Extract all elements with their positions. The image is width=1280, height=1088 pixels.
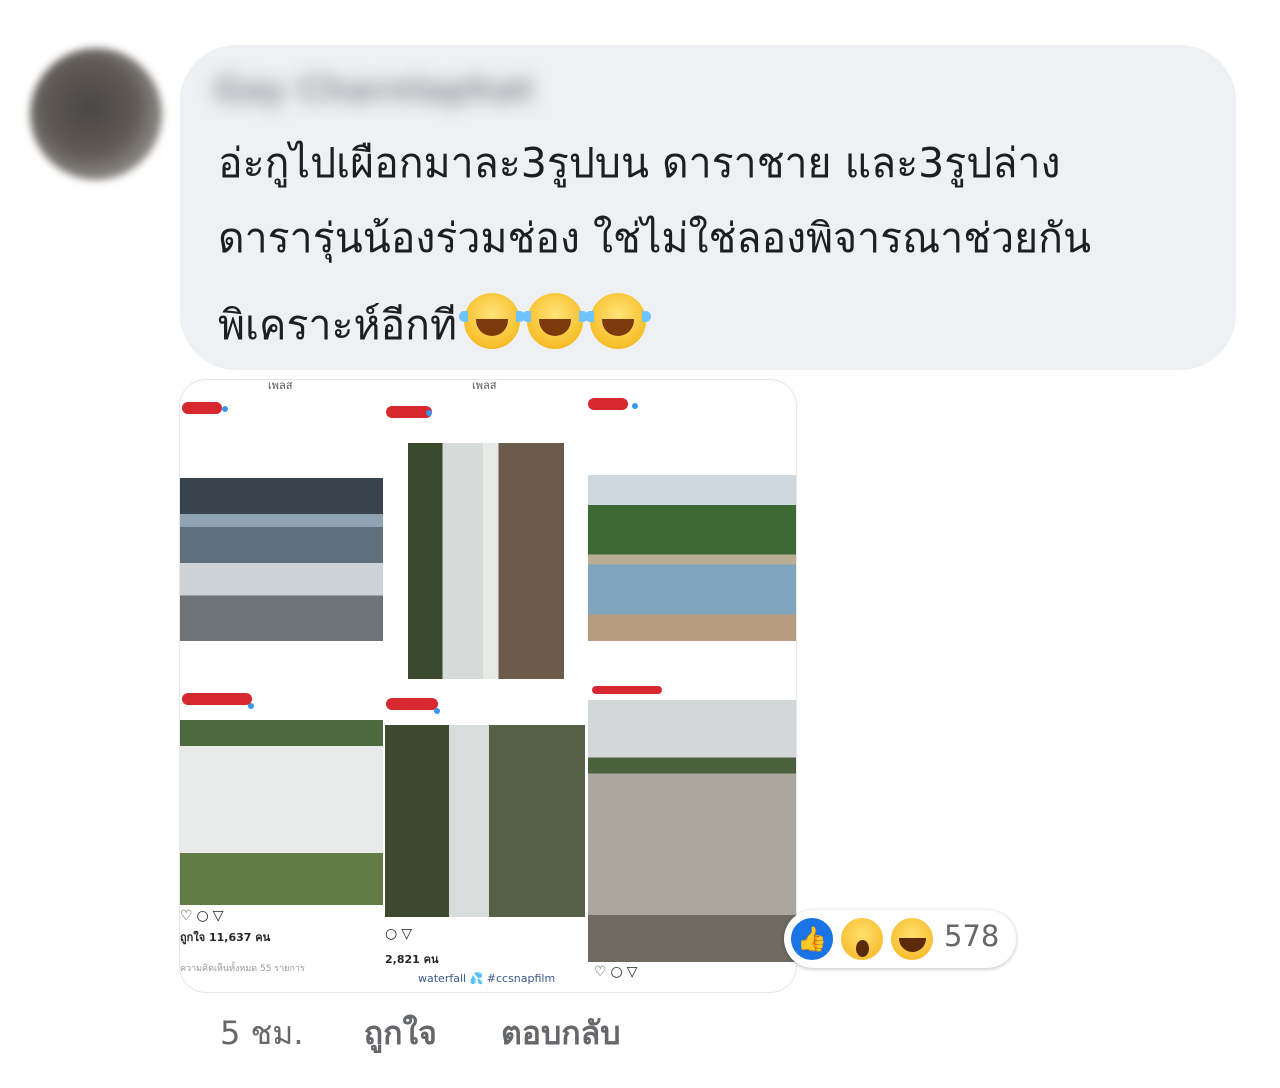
- caption-middle: waterfall 💦 #ccsnapfilm: [418, 972, 556, 985]
- screen-title-left: เพลส: [268, 380, 293, 392]
- ig-action-icons: ♡○▽: [180, 908, 228, 924]
- reaction-count: 578: [944, 919, 1000, 953]
- comment-text-line-3: พิเคราะห์อีกที: [218, 293, 652, 349]
- redacted-username: [588, 398, 628, 410]
- like-button[interactable]: ถูกใจ: [364, 1008, 437, 1059]
- comment-text-line-1: อ่ะกูไปเผือกมาละ3รูปบน ดาราชาย และ3รูปล่…: [218, 139, 1061, 187]
- verified-badge-icon: [426, 410, 432, 416]
- comment-actions: 5 ชม. ถูกใจ ตอบกลับ: [220, 1008, 621, 1059]
- verified-badge-icon: [222, 406, 228, 412]
- screen-title-middle: เพลส: [472, 380, 497, 392]
- redacted-username: [182, 402, 222, 414]
- like-icon: 👍: [788, 915, 836, 963]
- woman-waterfall-photo: [385, 725, 585, 917]
- wow-icon: [838, 915, 886, 963]
- reactions-summary[interactable]: 👍 578: [784, 910, 1016, 968]
- reply-button[interactable]: ตอบกลับ: [501, 1008, 621, 1059]
- attached-photo[interactable]: เพลส เพลส ♡○▽ ถูกใจ 11,637 คน ความคิดเห็…: [180, 380, 796, 992]
- tears-of-joy-emoji-icon: [522, 293, 589, 349]
- verified-badge-icon: [434, 708, 440, 714]
- tears-of-joy-emoji-icon: [459, 293, 526, 349]
- verified-badge-icon: [248, 703, 254, 709]
- comment-timestamp[interactable]: 5 ชม.: [220, 1008, 304, 1059]
- haha-icon: [888, 915, 936, 963]
- comment-author-name[interactable]: Gay Charnlaphat: [214, 70, 584, 116]
- caravan-warehouse-photo: [180, 478, 383, 641]
- verified-badge-icon: [632, 403, 638, 409]
- tears-of-joy-emoji-icon: [585, 293, 652, 349]
- woman-lakeshore-photo: [588, 700, 796, 962]
- ig-action-icons: ○▽: [385, 926, 416, 942]
- ig-action-icons: ♡○▽: [594, 964, 642, 980]
- redacted-username: [386, 698, 438, 710]
- redacted-username: [592, 686, 662, 694]
- comments-count-left: ความคิดเห็นทั้งหมด 55 รายการ: [180, 964, 305, 974]
- comment-text-line-2: ดารารุ่นน้องร่วมช่อง ใช่ไม่ใช่ลองพิจารณา…: [218, 214, 1091, 262]
- likes-count-left: ถูกใจ 11,637 คน: [180, 931, 271, 944]
- comment-text-line-3-text: พิเคราะห์อีกที: [218, 301, 458, 349]
- woman-caravan-photo: [180, 720, 383, 905]
- commenter-avatar[interactable]: [30, 48, 162, 180]
- waterfall-photo: [408, 443, 564, 679]
- redacted-username: [182, 693, 252, 705]
- likes-count-middle: 2,821 คน: [385, 953, 439, 966]
- lake-forest-photo: [588, 475, 796, 641]
